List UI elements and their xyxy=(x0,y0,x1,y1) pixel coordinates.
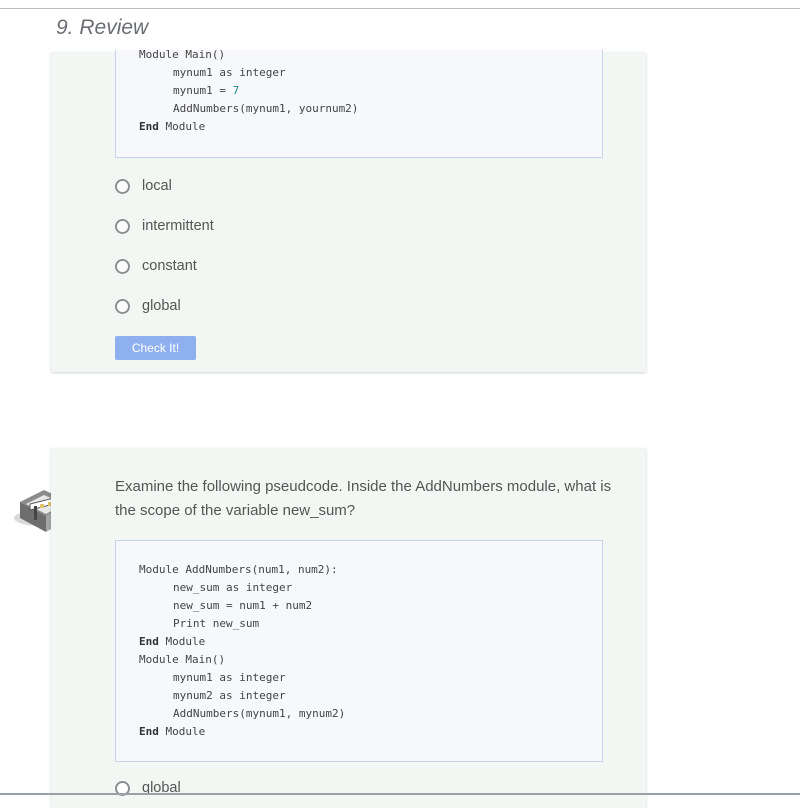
option-constant[interactable]: constant xyxy=(115,255,197,277)
code-line: End Module xyxy=(139,725,206,738)
code-line: End Module xyxy=(139,120,206,133)
option-label: global xyxy=(142,298,181,314)
option-label: intermittent xyxy=(142,218,214,234)
code-line: Print new_sum xyxy=(173,617,260,630)
code-line: mynum1 as integer xyxy=(173,66,286,79)
code-block: Module Main() mynum1 as integer mynum1 =… xyxy=(115,48,603,158)
code-line: Module Main() xyxy=(139,653,226,666)
check-it-button[interactable]: Check It! xyxy=(115,336,196,360)
top-border xyxy=(0,8,800,9)
option-label: constant xyxy=(142,258,197,274)
code-line: new_sum as integer xyxy=(173,581,293,594)
code-line: mynum2 as integer xyxy=(173,689,286,702)
code-line: mynum1 = 7 xyxy=(173,84,240,97)
option-intermittent[interactable]: intermittent xyxy=(115,215,214,237)
code-block: Module AddNumbers(num1, num2): new_sum a… xyxy=(115,540,603,762)
radio-button[interactable] xyxy=(115,218,130,234)
question-card-1: Module Main() mynum1 as integer mynum1 =… xyxy=(51,48,646,372)
code-line: AddNumbers(mynum1, mynum2) xyxy=(173,707,346,720)
option-global[interactable]: global xyxy=(115,295,181,317)
radio-button[interactable] xyxy=(115,298,130,314)
code-line: End Module xyxy=(139,635,206,648)
question-card-2: Examine the following pseudcode. Inside … xyxy=(51,448,646,808)
code-line: Module Main() xyxy=(139,48,226,61)
option-local[interactable]: local xyxy=(115,175,172,197)
question-prompt: Examine the following pseudcode. Inside … xyxy=(115,478,612,519)
radio-button[interactable] xyxy=(115,258,130,274)
code-line: mynum1 as integer xyxy=(173,671,286,684)
code-line: AddNumbers(mynum1, yournum2) xyxy=(173,102,359,115)
option-global[interactable]: global xyxy=(115,777,181,799)
code-line: new_sum = num1 + num2 xyxy=(173,599,313,612)
radio-button[interactable] xyxy=(115,178,130,194)
option-label: local xyxy=(142,178,172,194)
code-line: Module AddNumbers(num1, num2): xyxy=(139,563,338,576)
page-title: 9. Review xyxy=(56,16,149,39)
